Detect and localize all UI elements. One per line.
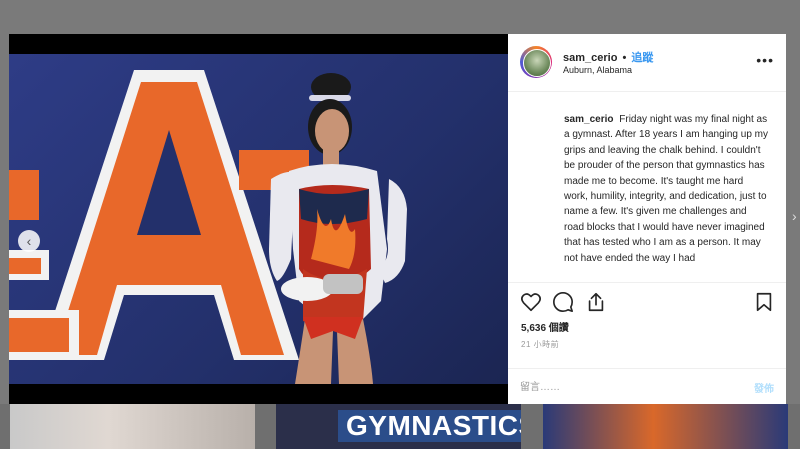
post-author: sam_cerio • 追蹤 xyxy=(563,49,653,65)
share-icon[interactable] xyxy=(585,291,607,313)
background-thumbnails: GYMNASTICS xyxy=(0,404,800,449)
comment-icon[interactable] xyxy=(552,291,574,313)
heart-icon[interactable] xyxy=(520,291,542,313)
post-timestamp: 21 小時前 xyxy=(521,340,560,349)
post-modal: ‹ sam_cerio • 追蹤 Auburn, Alabama ••• sam… xyxy=(9,34,786,404)
post-header: sam_cerio • 追蹤 Auburn, Alabama ••• xyxy=(508,34,786,92)
thumbnail-1[interactable] xyxy=(10,404,255,449)
caption-text: Friday night was my final night as a gym… xyxy=(564,114,768,264)
gymnastics-banner: GYMNASTICS xyxy=(338,410,521,442)
username-link[interactable]: sam_cerio xyxy=(563,52,617,64)
post-caption: sam_cerio Friday night was my final nigh… xyxy=(564,112,768,266)
location-link[interactable]: Auburn, Alabama xyxy=(563,65,632,75)
carousel-prev-button[interactable]: ‹ xyxy=(18,230,40,252)
comment-input[interactable] xyxy=(520,377,720,397)
gymnast-figure xyxy=(269,73,407,384)
separator-dot: • xyxy=(622,52,627,64)
next-post-arrow-icon[interactable]: › xyxy=(792,208,800,226)
avatar[interactable] xyxy=(520,46,552,78)
post-sidebar: sam_cerio • 追蹤 Auburn, Alabama ••• sam_c… xyxy=(508,34,786,404)
caption-scroll-area[interactable]: sam_cerio Friday night was my final nigh… xyxy=(508,92,786,282)
caption-username[interactable]: sam_cerio xyxy=(564,114,613,125)
follow-button[interactable]: 追蹤 xyxy=(631,52,653,64)
thumbnail-2[interactable]: GYMNASTICS xyxy=(276,404,521,449)
thumbnail-3[interactable] xyxy=(543,404,788,449)
like-count[interactable]: 5,636 個讚 xyxy=(521,319,569,334)
post-comment-button[interactable]: 發佈 xyxy=(754,380,774,395)
bookmark-icon[interactable] xyxy=(753,291,775,313)
post-photo[interactable]: ‹ xyxy=(9,54,508,384)
more-options-icon[interactable]: ••• xyxy=(756,52,774,68)
comment-form: 發佈 xyxy=(508,368,786,405)
action-bar xyxy=(508,282,786,317)
